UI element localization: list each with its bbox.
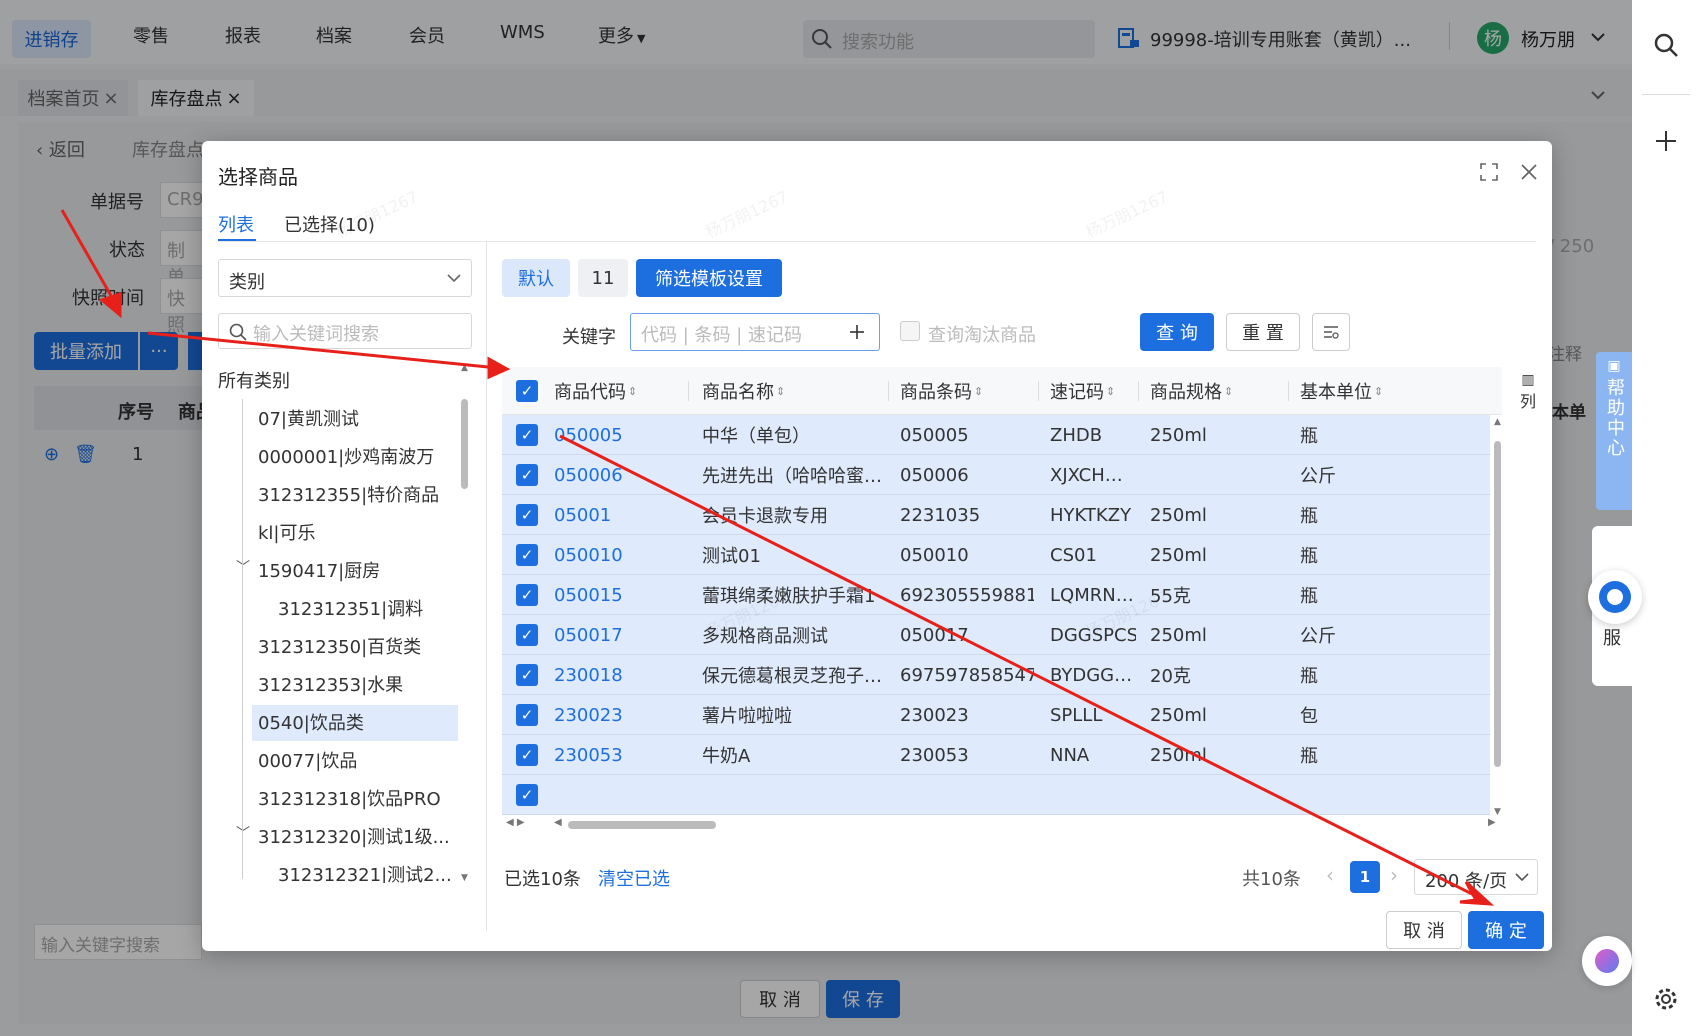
- arrow-to-batch-add: [60, 209, 120, 309]
- right-tool-strip: [1632, 0, 1699, 1036]
- gear-icon[interactable]: [1653, 986, 1679, 1012]
- arrowhead: [487, 356, 511, 380]
- arrow-to-confirm: [559, 434, 1481, 900]
- search-icon[interactable]: [1653, 32, 1679, 58]
- arrow-to-table: [147, 331, 499, 370]
- strip-divider: [1642, 94, 1690, 95]
- arrowhead: [98, 291, 122, 319]
- arrowhead: [1459, 880, 1495, 906]
- plus-icon[interactable]: [1655, 130, 1677, 152]
- annotation-arrows: [60, 209, 1495, 906]
